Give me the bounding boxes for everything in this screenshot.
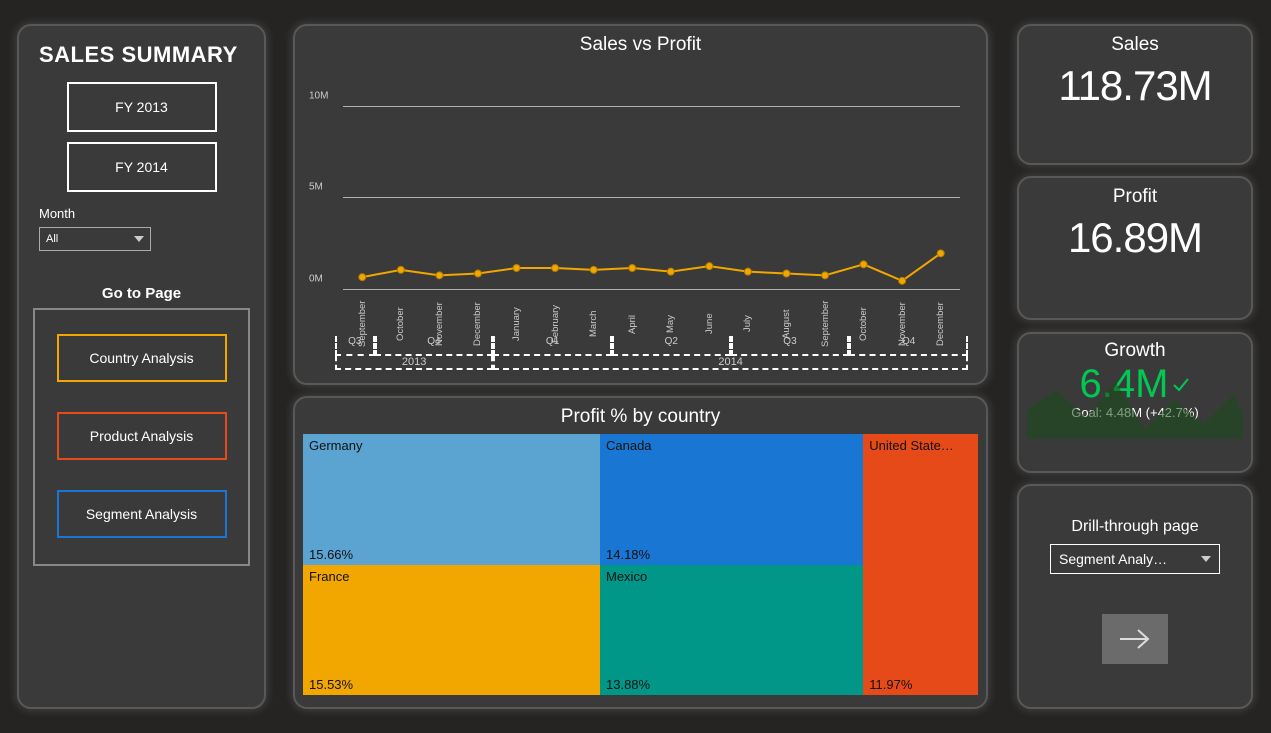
drill-through-go-button[interactable] bbox=[1102, 614, 1168, 664]
year-bracket: 2014 bbox=[493, 356, 968, 370]
fy-2014-button[interactable]: FY 2014 bbox=[67, 142, 217, 192]
month-select[interactable]: All bbox=[39, 227, 151, 251]
treemap-country: Mexico bbox=[606, 569, 857, 584]
profit-card: Profit 16.89M bbox=[1017, 176, 1253, 320]
fy-2013-button[interactable]: FY 2013 bbox=[67, 82, 217, 132]
chevron-down-icon bbox=[1201, 556, 1211, 562]
treemap-pct: 13.88% bbox=[606, 677, 650, 692]
treemap-pct: 11.97% bbox=[869, 677, 912, 692]
growth-sparkline bbox=[1027, 370, 1243, 439]
treemap-country: United State… bbox=[869, 438, 972, 453]
month-select-value: All bbox=[46, 233, 58, 245]
y-tick: 10M bbox=[309, 90, 328, 101]
drill-select-value: Segment Analy… bbox=[1059, 551, 1167, 567]
sales-card: Sales 118.73M bbox=[1017, 24, 1253, 165]
sales-card-label: Sales bbox=[1019, 34, 1251, 56]
goto-page-label: Go to Page bbox=[33, 285, 250, 302]
profit-by-country-treemap[interactable]: Profit % by country Germany 15.66% France 1… bbox=[293, 396, 988, 709]
month-label: Month bbox=[39, 206, 250, 221]
treemap-title: Profit % by country bbox=[299, 406, 982, 428]
drill-through-title: Drill-through page bbox=[1019, 518, 1251, 536]
year-bracket: 2013 bbox=[335, 356, 493, 370]
treemap-pct: 15.66% bbox=[309, 547, 353, 562]
nav-product-analysis[interactable]: Product Analysis bbox=[57, 412, 227, 460]
quarter-bracket: Q3 bbox=[335, 336, 375, 356]
treemap-cell[interactable]: United State… 11.97% bbox=[863, 434, 978, 695]
drill-through-select[interactable]: Segment Analy… bbox=[1050, 544, 1220, 574]
y-tick: 5M bbox=[309, 182, 323, 193]
treemap-cell[interactable]: Canada 14.18% bbox=[600, 434, 863, 565]
y-tick: 0M bbox=[309, 274, 323, 285]
quarter-bracket: Q4 bbox=[375, 336, 494, 356]
nav-segment-analysis[interactable]: Segment Analysis bbox=[57, 490, 227, 538]
treemap-cell[interactable]: Mexico 13.88% bbox=[600, 565, 863, 696]
treemap-pct: 15.53% bbox=[309, 677, 353, 692]
nav-country-analysis[interactable]: Country Analysis bbox=[57, 334, 227, 382]
treemap-cell[interactable]: France 15.53% bbox=[303, 565, 600, 696]
quarter-bracket: Q1 bbox=[493, 336, 612, 356]
treemap-country: France bbox=[309, 569, 594, 584]
drill-through-card: Drill-through page Segment Analy… bbox=[1017, 484, 1253, 709]
chart-top-title: Sales vs Profit bbox=[303, 34, 978, 56]
nav-box: Country Analysis Product Analysis Segmen… bbox=[33, 308, 250, 566]
sidebar-panel: SALES SUMMARY FY 2013 FY 2014 Month All … bbox=[17, 24, 266, 709]
profit-card-label: Profit bbox=[1019, 186, 1251, 208]
profit-line bbox=[343, 70, 960, 290]
treemap-country: Canada bbox=[606, 438, 857, 453]
quarter-bracket: Q2 bbox=[612, 336, 731, 356]
treemap-area: Germany 15.66% France 15.53% Canada 14.18% Mex… bbox=[303, 434, 978, 695]
sales-vs-profit-chart[interactable]: Sales vs Profit 0M 5M 10M SeptemberOctob… bbox=[293, 24, 988, 385]
chevron-down-icon bbox=[134, 236, 144, 242]
treemap-country: Germany bbox=[309, 438, 594, 453]
growth-card: Growth 6.4M Goal: 4.48M (+42.7%) bbox=[1017, 332, 1253, 473]
growth-card-label: Growth bbox=[1019, 340, 1251, 362]
quarter-bracket: Q3 bbox=[731, 336, 850, 356]
treemap-cell[interactable]: Germany 15.66% bbox=[303, 434, 600, 565]
quarter-bracket: Q4 bbox=[849, 336, 968, 356]
arrow-right-icon bbox=[1118, 627, 1152, 651]
treemap-pct: 14.18% bbox=[606, 547, 650, 562]
year-groups: 20132014 bbox=[335, 356, 968, 374]
sidebar-title: SALES SUMMARY bbox=[39, 42, 250, 68]
chart-plot-area: 0M 5M 10M bbox=[343, 70, 960, 290]
sales-card-value: 118.73M bbox=[1019, 62, 1251, 110]
profit-card-value: 16.89M bbox=[1019, 214, 1251, 262]
